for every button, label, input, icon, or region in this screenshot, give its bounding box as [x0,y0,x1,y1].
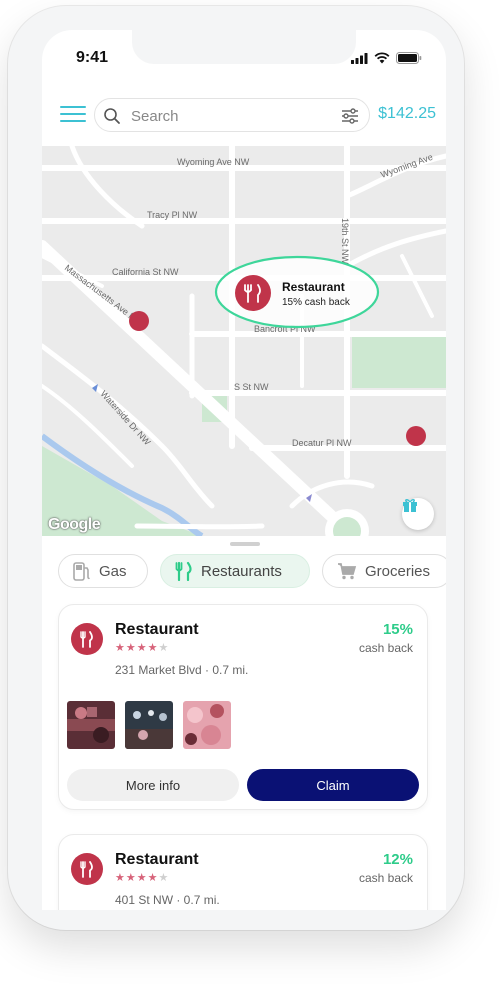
filter-sliders-icon[interactable] [341,108,359,124]
fork-knife-icon [175,561,192,581]
menu-icon[interactable] [60,106,86,126]
offers-sheet: Gas Restaurants Groceries Restaurant ★★★… [42,536,446,910]
app-header: $142.25 [42,96,446,136]
sheet-handle[interactable] [230,542,260,546]
battery-icon [396,52,422,64]
offer-address: 401 St NW · 0.7 mi. [115,893,220,907]
star-rating: ★★★★★ [115,642,170,654]
gift-button[interactable] [402,498,434,530]
street-label: California St NW [112,267,179,277]
chip-restaurants[interactable]: Restaurants [160,554,310,588]
roads [42,146,446,532]
cashback-percent: 15% [382,621,413,638]
cart-icon [338,563,357,580]
map-canvas: Wyoming Ave NW Wyoming Ave Tracy Pl NW C… [42,146,446,536]
wifi-icon [374,52,390,64]
app-screen: 9:41 Search $142.25 Wyoming Ave NW Wyomi… [42,30,446,910]
photo-thumbnail[interactable] [183,701,231,749]
status-icons [351,52,422,64]
phone-frame: 9:41 Search $142.25 Wyoming Ave NW Wyomi… [8,6,464,930]
search-bar[interactable] [94,98,370,132]
wallet-balance[interactable]: $142.25 [378,105,436,123]
more-info-button[interactable]: More info [67,769,239,801]
offer-name: Restaurant [115,621,199,638]
street-label: Decatur Pl NW [292,438,352,448]
offer-address: 231 Market Blvd · 0.7 mi. [115,663,249,677]
cashback-label: cash back [358,641,413,655]
gift-icon [403,499,417,512]
offer-card[interactable]: Restaurant ★★★★★ 231 Market Blvd · 0.7 m… [58,604,428,810]
offer-name: Restaurant [115,851,199,868]
photo-gallery [67,701,231,749]
status-bar: 9:41 [42,30,446,90]
chip-restaurants-label: Restaurants [201,562,282,580]
gas-pump-icon [73,562,90,581]
map-attribution: Google [48,516,101,533]
selected-pin-title: Restaurant [282,280,345,294]
fork-knife-icon [80,630,93,648]
search-input[interactable] [131,105,331,127]
selected-pin-label: Restaurant 15% cash back [282,280,350,308]
selected-pin-subtitle: 15% cash back [282,297,350,308]
chip-groceries-label: Groceries [365,562,431,580]
street-label: Wyoming Ave NW [177,157,250,167]
park-area [352,336,446,388]
notch [132,30,356,64]
star-rating: ★★★★★ [115,872,170,884]
map-view[interactable]: Wyoming Ave NW Wyoming Ave Tracy Pl NW C… [42,146,446,536]
fork-knife-icon [80,860,93,878]
category-filter: Gas Restaurants Groceries [58,554,446,590]
restaurant-pin[interactable] [406,426,426,446]
selected-restaurant-pin[interactable] [235,275,271,311]
chip-gas-label: Gas [99,562,127,580]
street-label: Tracy Pl NW [147,210,198,220]
signal-icon [351,52,368,64]
photo-thumbnail[interactable] [67,701,115,749]
cashback-label: cash back [358,871,413,885]
claim-button[interactable]: Claim [247,769,419,801]
restaurant-avatar [71,623,103,655]
chip-gas[interactable]: Gas [58,554,148,588]
restaurant-pin[interactable] [129,311,149,331]
street-label: S St NW [234,382,269,392]
photo-thumbnail[interactable] [125,701,173,749]
offer-card[interactable]: Restaurant ★★★★★ 401 St NW · 0.7 mi. 12%… [58,834,428,910]
restaurant-avatar [71,853,103,885]
status-time: 9:41 [76,49,109,66]
cashback-percent: 12% [382,851,413,868]
street-label: 19th St NW [340,218,350,265]
chip-groceries[interactable]: Groceries [322,554,446,588]
search-icon [104,108,120,124]
